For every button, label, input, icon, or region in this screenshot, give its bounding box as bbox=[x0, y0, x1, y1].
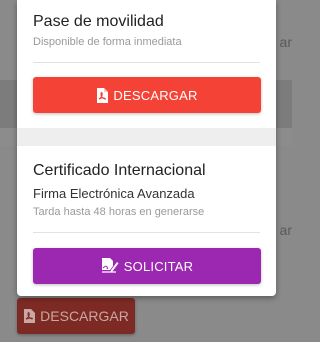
mobility-pass-caption: Disponible de forma inmediata bbox=[33, 36, 182, 48]
pdf-file-icon bbox=[24, 309, 36, 323]
divider bbox=[33, 232, 260, 233]
request-label: SOLICITAR bbox=[123, 258, 194, 274]
signature-pen-icon bbox=[101, 258, 119, 274]
document-options-card: Pase de movilidad Disponible de forma in… bbox=[17, 0, 276, 296]
pdf-file-icon bbox=[96, 87, 109, 103]
background-side-text: ar bbox=[279, 34, 292, 50]
download-button[interactable]: DESCARGAR bbox=[33, 77, 261, 113]
background-download-label: DESCARGAR bbox=[40, 308, 129, 324]
mobility-pass-title: Pase de movilidad bbox=[33, 13, 164, 30]
download-label: DESCARGAR bbox=[113, 87, 198, 103]
request-button[interactable]: SOLICITAR bbox=[33, 248, 261, 284]
background-download-button: DESCARGAR bbox=[17, 298, 135, 334]
certificate-subtitle: Firma Electrónica Avanzada bbox=[33, 186, 195, 201]
divider bbox=[33, 62, 260, 63]
certificate-caption: Tarda hasta 48 horas en generarse bbox=[33, 206, 205, 218]
certificate-title: Certificado Internacional bbox=[33, 162, 206, 179]
background-side-text: ar bbox=[279, 222, 292, 238]
section-separator bbox=[17, 128, 276, 146]
